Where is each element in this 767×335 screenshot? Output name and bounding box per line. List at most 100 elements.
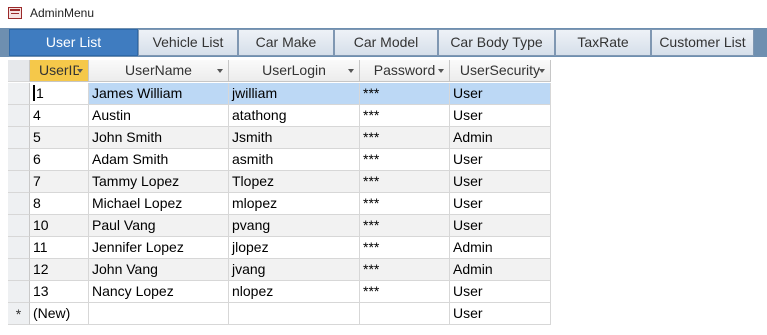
column-header-userid[interactable]: UserID [30, 60, 89, 82]
cell-username[interactable]: John Vang [89, 259, 229, 281]
cell-username[interactable]: James William [89, 83, 229, 105]
cell-username[interactable]: Austin [89, 105, 229, 127]
column-header-username[interactable]: UserName [89, 60, 229, 82]
row-selector[interactable] [8, 105, 30, 127]
cell-userlogin[interactable]: nlopez [229, 281, 360, 303]
table-row[interactable]: 10 Paul Vang pvang *** User [8, 215, 767, 237]
chevron-down-icon[interactable] [438, 69, 444, 73]
row-selector[interactable] [8, 237, 30, 259]
cell-userlogin[interactable]: jvang [229, 259, 360, 281]
row-selector[interactable] [8, 215, 30, 237]
cell-userlogin[interactable] [229, 303, 360, 325]
window-title-bar: AdminMenu [0, 0, 767, 29]
cell-password[interactable]: *** [360, 171, 450, 193]
cell-password[interactable]: *** [360, 149, 450, 171]
new-record-marker[interactable]: * [8, 303, 30, 325]
table-row[interactable]: 11 Jennifer Lopez jlopez *** Admin [8, 237, 767, 259]
cell-userid[interactable]: 11 [30, 237, 89, 259]
table-row[interactable]: 8 Michael Lopez mlopez *** User [8, 193, 767, 215]
tab-customer-list[interactable]: Customer List [651, 29, 754, 56]
cell-userid[interactable]: 7 [30, 171, 89, 193]
cell-usersecurity[interactable]: Admin [450, 259, 551, 281]
column-header-password[interactable]: Password [360, 60, 450, 82]
cell-usersecurity[interactable]: User [450, 105, 551, 127]
chevron-down-icon[interactable] [217, 69, 223, 73]
table-row[interactable]: 12 John Vang jvang *** Admin [8, 259, 767, 281]
cell-password[interactable]: *** [360, 281, 450, 303]
table-row[interactable]: 4 Austin atathong *** User [8, 105, 767, 127]
row-selector[interactable] [8, 281, 30, 303]
cell-userlogin[interactable]: Jsmith [229, 127, 360, 149]
cell-userid[interactable]: 10 [30, 215, 89, 237]
cell-userid[interactable]: (New) [30, 303, 89, 325]
table-row[interactable]: 13 Nancy Lopez nlopez *** User [8, 281, 767, 303]
column-header-usersecurity[interactable]: UserSecurity [450, 60, 551, 82]
cell-userlogin[interactable]: mlopez [229, 193, 360, 215]
cell-userid[interactable]: 12 [30, 259, 89, 281]
cell-password[interactable]: *** [360, 193, 450, 215]
table-row[interactable]: 6 Adam Smith asmith *** User [8, 149, 767, 171]
form-icon [8, 7, 22, 19]
cell-userlogin[interactable]: atathong [229, 105, 360, 127]
cell-username[interactable]: Paul Vang [89, 215, 229, 237]
cell-usersecurity[interactable]: User [450, 193, 551, 215]
new-record-row[interactable]: * (New) User [8, 303, 767, 325]
row-selector[interactable] [8, 193, 30, 215]
cell-password[interactable]: *** [360, 127, 450, 149]
cell-userlogin[interactable]: jlopez [229, 237, 360, 259]
column-header-label: UserID [39, 62, 79, 78]
cell-userid[interactable]: 13 [30, 281, 89, 303]
column-header-label: UserName [125, 62, 192, 78]
row-selector[interactable] [8, 149, 30, 171]
cell-usersecurity[interactable]: Admin [450, 237, 551, 259]
tab-car-make[interactable]: Car Make [238, 29, 334, 56]
cell-username[interactable]: Tammy Lopez [89, 171, 229, 193]
select-all-corner[interactable] [8, 60, 30, 82]
chevron-down-icon[interactable] [77, 69, 83, 73]
tab-car-body-type[interactable]: Car Body Type [438, 29, 555, 56]
chevron-down-icon[interactable] [539, 69, 545, 73]
cell-password[interactable]: *** [360, 83, 450, 105]
cell-password[interactable]: *** [360, 237, 450, 259]
cell-usersecurity[interactable]: Admin [450, 127, 551, 149]
row-selector[interactable] [8, 83, 30, 105]
tab-vehicle-list[interactable]: Vehicle List [138, 29, 238, 56]
cell-userid[interactable]: 5 [30, 127, 89, 149]
cell-username[interactable]: Adam Smith [89, 149, 229, 171]
chevron-down-icon[interactable] [348, 69, 354, 73]
cell-username[interactable]: Nancy Lopez [89, 281, 229, 303]
row-selector[interactable] [8, 171, 30, 193]
cell-username[interactable] [89, 303, 229, 325]
cell-password[interactable] [360, 303, 450, 325]
cell-password[interactable]: *** [360, 105, 450, 127]
tab-car-model[interactable]: Car Model [334, 29, 438, 56]
cell-username[interactable]: John Smith [89, 127, 229, 149]
cell-usersecurity[interactable]: User [450, 171, 551, 193]
column-header-userlogin[interactable]: UserLogin [229, 60, 360, 82]
header-row: UserID UserName UserLogin Password UserS… [8, 60, 767, 82]
table-row[interactable]: 5 John Smith Jsmith *** Admin [8, 127, 767, 149]
cell-userlogin[interactable]: jwilliam [229, 83, 360, 105]
cell-userid[interactable]: 4 [30, 105, 89, 127]
table-row[interactable]: 7 Tammy Lopez Tlopez *** User [8, 171, 767, 193]
cell-usersecurity[interactable]: User [450, 281, 551, 303]
cell-password[interactable]: *** [360, 215, 450, 237]
row-selector[interactable] [8, 127, 30, 149]
cell-usersecurity[interactable]: User [450, 303, 551, 325]
cell-username[interactable]: Jennifer Lopez [89, 237, 229, 259]
cell-username[interactable]: Michael Lopez [89, 193, 229, 215]
row-selector[interactable] [8, 259, 30, 281]
cell-userlogin[interactable]: Tlopez [229, 171, 360, 193]
cell-usersecurity[interactable]: User [450, 83, 551, 105]
table-row[interactable]: 1 James William jwilliam *** User [8, 83, 767, 105]
tab-user-list[interactable]: User List [9, 29, 138, 56]
cell-usersecurity[interactable]: User [450, 215, 551, 237]
cell-password[interactable]: *** [360, 259, 450, 281]
cell-userid[interactable]: 6 [30, 149, 89, 171]
cell-userlogin[interactable]: pvang [229, 215, 360, 237]
cell-userid[interactable]: 8 [30, 193, 89, 215]
cell-usersecurity[interactable]: User [450, 149, 551, 171]
cell-userlogin[interactable]: asmith [229, 149, 360, 171]
tab-taxrate[interactable]: TaxRate [555, 29, 651, 56]
cell-userid[interactable]: 1 [30, 83, 89, 105]
